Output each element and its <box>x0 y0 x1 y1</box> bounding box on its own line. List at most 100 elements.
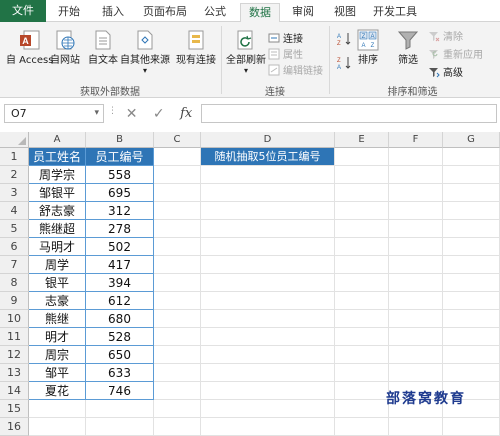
cell[interactable] <box>335 274 389 292</box>
employee-id-cell[interactable]: 394 <box>86 274 154 292</box>
row-header[interactable]: 5 <box>0 220 29 238</box>
tab-file[interactable]: 文件 <box>0 0 46 22</box>
row-header[interactable]: 9 <box>0 292 29 310</box>
cell[interactable] <box>154 184 201 202</box>
reapply-button[interactable]: 重新应用 <box>428 46 483 61</box>
employee-id-cell[interactable]: 633 <box>86 364 154 382</box>
cell[interactable] <box>201 292 335 310</box>
from-web-button[interactable]: 自网站 <box>50 28 80 67</box>
cell[interactable] <box>335 292 389 310</box>
sort-ascending-button[interactable]: AZ <box>336 32 355 46</box>
cell[interactable] <box>443 364 500 382</box>
cell[interactable] <box>443 220 500 238</box>
cell[interactable] <box>201 238 335 256</box>
row-header[interactable]: 10 <box>0 310 29 328</box>
cell[interactable] <box>201 418 335 436</box>
cell[interactable] <box>154 400 201 418</box>
employee-id-cell[interactable]: 558 <box>86 166 154 184</box>
employee-id-cell[interactable]: 695 <box>86 184 154 202</box>
cell[interactable] <box>389 292 443 310</box>
cell[interactable] <box>389 184 443 202</box>
filter-button[interactable]: 筛选 <box>396 28 420 67</box>
cell[interactable] <box>389 238 443 256</box>
cell[interactable] <box>201 310 335 328</box>
column-header[interactable]: F <box>389 132 443 148</box>
employee-name-cell[interactable]: 周宗 <box>29 346 86 364</box>
cell[interactable] <box>154 382 201 400</box>
column-header[interactable]: B <box>86 132 154 148</box>
refresh-all-button[interactable]: 全部刷新 ▾ <box>226 28 266 75</box>
cell[interactable] <box>335 148 389 166</box>
row-header[interactable]: 8 <box>0 274 29 292</box>
tab-data[interactable]: 数据 <box>240 3 280 23</box>
employee-name-cell[interactable]: 舒志豪 <box>29 202 86 220</box>
employee-name-cell[interactable]: 熊继 <box>29 310 86 328</box>
cell[interactable] <box>201 382 335 400</box>
cell[interactable] <box>201 364 335 382</box>
cell[interactable] <box>335 238 389 256</box>
employee-name-cell[interactable]: 明才 <box>29 328 86 346</box>
cell[interactable] <box>335 202 389 220</box>
connections-button[interactable]: 连接 <box>268 30 303 45</box>
name-box[interactable]: O7 ▾ <box>4 104 104 123</box>
employee-name-cell[interactable]: 志豪 <box>29 292 86 310</box>
tab-insert[interactable]: 插入 <box>98 3 128 22</box>
cell[interactable] <box>335 364 389 382</box>
column-header[interactable]: G <box>443 132 500 148</box>
cell[interactable] <box>443 202 500 220</box>
cell[interactable] <box>443 328 500 346</box>
cell[interactable] <box>335 346 389 364</box>
cell[interactable] <box>29 418 86 436</box>
employee-id-cell[interactable]: 746 <box>86 382 154 400</box>
from-other-sources-button[interactable]: 自其他来源 ▾ <box>120 28 170 75</box>
cell[interactable] <box>201 328 335 346</box>
cell[interactable] <box>443 238 500 256</box>
cell[interactable] <box>201 256 335 274</box>
cell[interactable] <box>389 274 443 292</box>
row-header[interactable]: 2 <box>0 166 29 184</box>
cell[interactable] <box>154 166 201 184</box>
header-name-cell[interactable]: 员工姓名 <box>29 148 86 166</box>
tab-home[interactable]: 开始 <box>54 3 84 22</box>
advanced-filter-button[interactable]: 高级 <box>428 64 463 79</box>
cell[interactable] <box>335 256 389 274</box>
employee-id-cell[interactable]: 528 <box>86 328 154 346</box>
cell[interactable] <box>389 202 443 220</box>
cell[interactable] <box>335 418 389 436</box>
cell[interactable] <box>154 256 201 274</box>
cell[interactable] <box>335 328 389 346</box>
cell[interactable] <box>201 400 335 418</box>
cell[interactable] <box>335 184 389 202</box>
formula-input[interactable] <box>201 104 497 123</box>
cell[interactable] <box>389 418 443 436</box>
cell[interactable] <box>335 310 389 328</box>
column-header[interactable]: C <box>154 132 201 148</box>
properties-button[interactable]: 属性 <box>268 46 303 61</box>
employee-id-cell[interactable]: 417 <box>86 256 154 274</box>
select-all-corner[interactable] <box>0 132 29 148</box>
cancel-icon[interactable]: ✕ <box>126 106 138 122</box>
cell[interactable] <box>154 310 201 328</box>
row-header[interactable]: 6 <box>0 238 29 256</box>
name-box-dropdown-icon[interactable]: ▾ <box>94 105 99 122</box>
cell[interactable] <box>201 220 335 238</box>
employee-name-cell[interactable]: 马明才 <box>29 238 86 256</box>
random-pick-header-cell[interactable]: 随机抽取5位员工编号 <box>201 148 335 166</box>
row-header[interactable]: 7 <box>0 256 29 274</box>
from-access-button[interactable]: A 自 Access <box>6 28 53 67</box>
employee-name-cell[interactable]: 邹平 <box>29 364 86 382</box>
cell[interactable] <box>154 202 201 220</box>
column-header[interactable]: D <box>201 132 335 148</box>
row-header[interactable]: 16 <box>0 418 29 436</box>
row-header[interactable]: 1 <box>0 148 29 166</box>
column-header[interactable]: E <box>335 132 389 148</box>
cell[interactable] <box>154 328 201 346</box>
cell[interactable] <box>389 256 443 274</box>
cell[interactable] <box>443 418 500 436</box>
edit-links-button[interactable]: 编辑链接 <box>268 62 323 77</box>
cell[interactable] <box>389 310 443 328</box>
cell[interactable] <box>443 256 500 274</box>
clear-filter-button[interactable]: 清除 <box>428 28 463 43</box>
cell[interactable] <box>154 346 201 364</box>
employee-id-cell[interactable]: 278 <box>86 220 154 238</box>
